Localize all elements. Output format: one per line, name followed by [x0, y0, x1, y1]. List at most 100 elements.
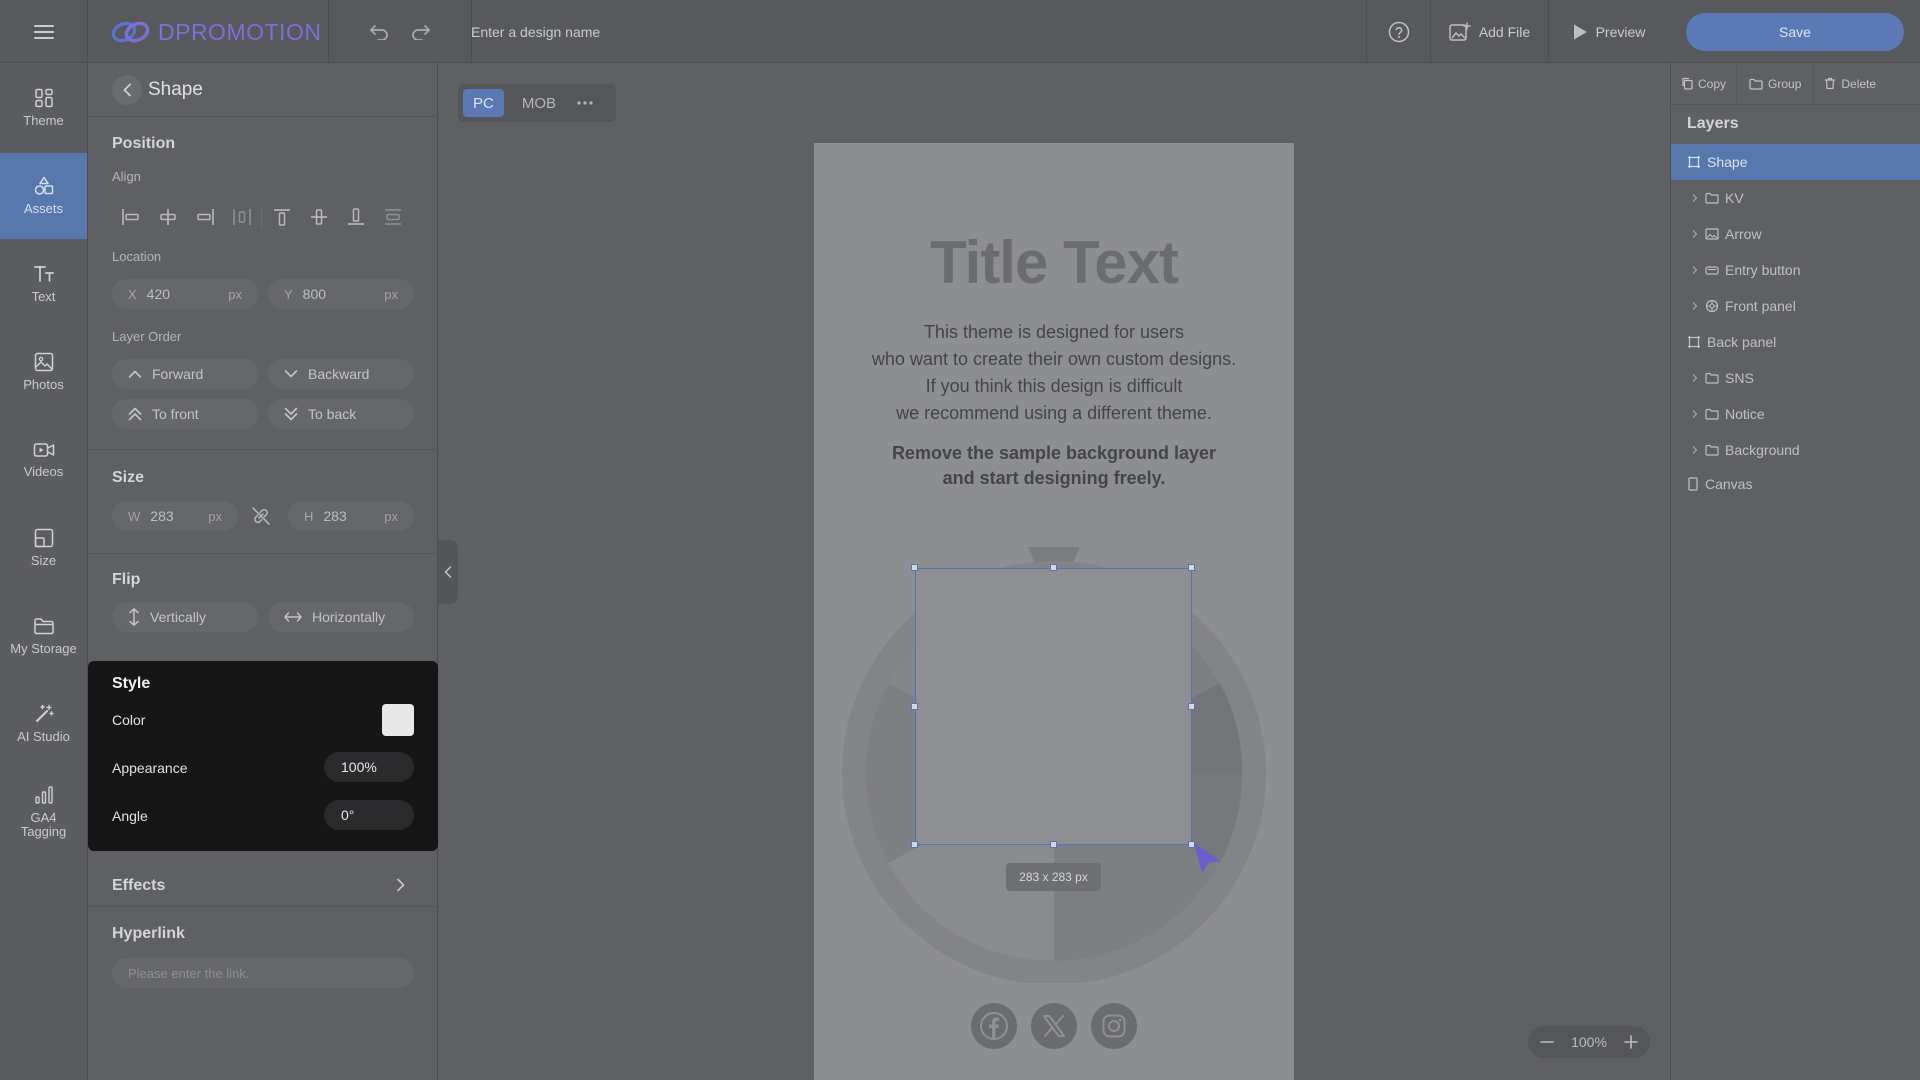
more-options-button[interactable]	[574, 89, 596, 117]
resize-handle[interactable]	[911, 841, 918, 848]
y-position-field[interactable]: Y 800 px	[268, 279, 414, 309]
appearance-field[interactable]: 100%	[324, 752, 414, 782]
design-name-input[interactable]: Enter a design name	[471, 0, 600, 63]
menu-button[interactable]	[0, 0, 88, 63]
rail-label-photos: Photos	[23, 377, 64, 392]
chevron-right-icon	[1692, 302, 1698, 310]
back-button[interactable]	[112, 75, 142, 105]
gear-icon	[1705, 299, 1719, 313]
add-file-button[interactable]: Add File	[1430, 0, 1548, 63]
effects-row[interactable]: Effects	[88, 863, 438, 907]
rail-label-theme: Theme	[23, 113, 64, 128]
align-right-button[interactable]	[186, 201, 223, 233]
forward-button[interactable]: Forward	[112, 359, 258, 389]
rail-item-photos[interactable]: Photos	[0, 329, 87, 415]
layer-item-front-panel[interactable]: Front panel	[1671, 288, 1920, 324]
chevron-right-icon	[1692, 194, 1698, 202]
distribute-vertical-icon	[384, 209, 401, 225]
layer-item-shape[interactable]: Shape	[1671, 144, 1920, 180]
chevron-left-icon	[123, 83, 131, 97]
rail-item-ai-studio[interactable]: AI Studio	[0, 681, 87, 767]
copy-button[interactable]: Copy	[1671, 62, 1738, 105]
distribute-horizontal-button[interactable]	[223, 201, 260, 233]
angle-field[interactable]: 0°	[324, 800, 414, 830]
facebook-button[interactable]	[971, 1003, 1017, 1049]
x-position-field[interactable]: X 420 px	[112, 279, 258, 309]
tab-pc[interactable]: PC	[463, 89, 504, 117]
flip-horizontal-button[interactable]: Horizontally	[268, 602, 414, 632]
artboard[interactable]: Title Text This theme is designed for us…	[814, 143, 1294, 1080]
aspect-lock-button[interactable]	[250, 505, 272, 527]
align-top-icon	[273, 209, 290, 226]
layer-item-back-panel[interactable]: Back panel	[1671, 324, 1920, 360]
h-key: H	[304, 508, 314, 524]
emphasis-text[interactable]: Remove the sample background layer and s…	[814, 441, 1294, 491]
layer-item-notice[interactable]: Notice	[1671, 396, 1920, 432]
to-front-button[interactable]: To front	[112, 399, 258, 429]
properties-panel: Shape Position Align Location X 420 px Y…	[88, 63, 438, 1080]
flip-title: Flip	[112, 571, 141, 588]
align-center-h-button[interactable]	[149, 201, 186, 233]
distribute-vertical-button[interactable]	[374, 201, 411, 233]
group-button[interactable]: Group	[1737, 62, 1815, 105]
backward-button[interactable]: Backward	[268, 359, 414, 389]
save-button[interactable]: Save	[1686, 13, 1904, 51]
y-value: 800	[302, 286, 327, 302]
rail-item-size[interactable]: Size	[0, 505, 87, 591]
resize-handle[interactable]	[911, 703, 918, 710]
layer-item-sns[interactable]: SNS	[1671, 360, 1920, 396]
redo-button[interactable]	[411, 24, 431, 40]
color-swatch[interactable]	[382, 704, 414, 736]
resize-handle[interactable]	[911, 564, 918, 571]
tab-mob[interactable]: MOB	[512, 89, 566, 117]
layer-item-canvas[interactable]: Canvas	[1671, 466, 1920, 502]
height-field[interactable]: H 283 px	[288, 501, 414, 531]
zoom-out-button[interactable]	[1540, 1035, 1554, 1049]
delete-button[interactable]: Delete	[1814, 63, 1886, 105]
rail-item-my-storage[interactable]: My Storage	[0, 593, 87, 679]
body-line: we recommend using a different theme.	[896, 403, 1212, 423]
undo-button[interactable]	[369, 24, 389, 40]
rail-item-text[interactable]: Text	[0, 241, 87, 327]
align-middle-button[interactable]	[300, 201, 337, 233]
layer-item-background[interactable]: Background	[1671, 432, 1920, 468]
selected-shape[interactable]	[915, 568, 1192, 845]
layer-label: Canvas	[1705, 476, 1753, 492]
flip-vertical-button[interactable]: Vertically	[112, 602, 258, 632]
rail-item-theme[interactable]: Theme	[0, 65, 87, 151]
logo[interactable]: DPROMOTION	[110, 14, 321, 50]
layer-item-entry-button[interactable]: Entry button	[1671, 252, 1920, 288]
instagram-button[interactable]	[1091, 1003, 1137, 1049]
align-left-button[interactable]	[112, 201, 149, 233]
layer-item-arrow[interactable]: Arrow	[1671, 216, 1920, 252]
align-center-vertical-icon	[310, 209, 327, 225]
collapse-panel-button[interactable]	[438, 540, 458, 604]
rail-item-ga4-tagging[interactable]: GA4 Tagging	[0, 769, 87, 855]
photos-icon	[34, 352, 53, 372]
plus-icon	[1624, 1035, 1638, 1049]
location-label: Location	[112, 249, 162, 264]
to-back-button[interactable]: To back	[268, 399, 414, 429]
resize-handle[interactable]	[1050, 841, 1057, 848]
width-field[interactable]: W 283 px	[112, 501, 238, 531]
hyperlink-input[interactable]	[112, 958, 414, 988]
top-bar: DPROMOTION Enter a design name Add File …	[0, 0, 1920, 63]
align-bottom-button[interactable]	[337, 201, 374, 233]
preview-button[interactable]: Preview	[1548, 0, 1668, 63]
layer-item-kv[interactable]: KV	[1671, 180, 1920, 216]
rail-item-videos[interactable]: Videos	[0, 417, 87, 503]
rail-item-assets[interactable]: Assets	[0, 153, 87, 239]
title-text[interactable]: Title Text	[814, 228, 1294, 297]
align-top-button[interactable]	[263, 201, 300, 233]
x-button[interactable]	[1031, 1003, 1077, 1049]
w-key: W	[128, 508, 141, 524]
w-value: 283	[150, 508, 174, 524]
help-button[interactable]	[1366, 0, 1430, 63]
resize-handle[interactable]	[1188, 564, 1195, 571]
body-text[interactable]: This theme is designed for users who wan…	[814, 319, 1294, 427]
zoom-in-button[interactable]	[1624, 1035, 1638, 1049]
chevron-right-icon	[1692, 410, 1698, 418]
resize-handle[interactable]	[1188, 703, 1195, 710]
align-label: Align	[112, 169, 141, 184]
resize-handle[interactable]	[1050, 564, 1057, 571]
